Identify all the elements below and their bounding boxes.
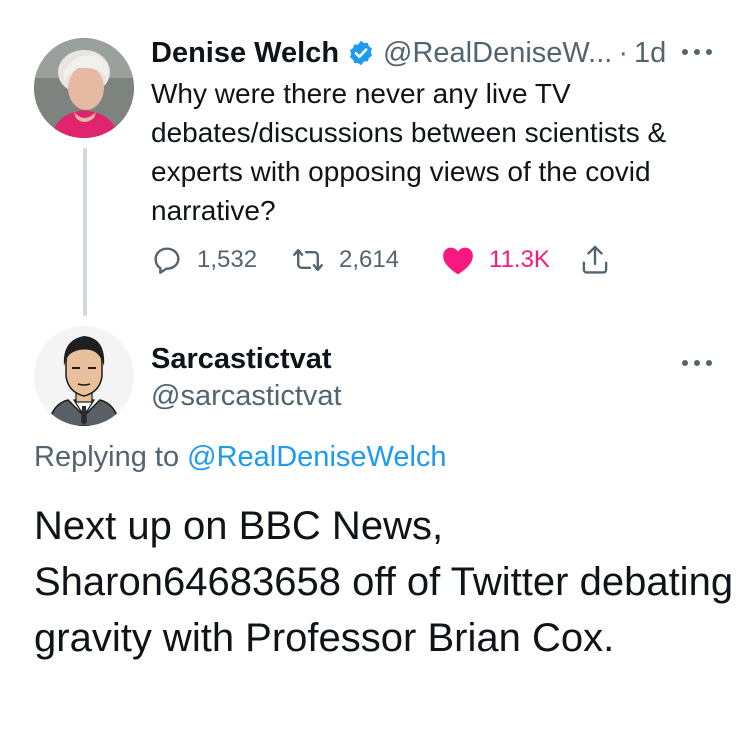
avatar-image (34, 326, 134, 426)
handle[interactable]: @RealDeniseW... (383, 37, 612, 70)
reply-button[interactable]: 1,532 (151, 240, 257, 280)
thread-line (83, 148, 87, 316)
timestamp[interactable]: 1d (634, 37, 666, 70)
separator: · (618, 36, 629, 69)
reply-icon (151, 244, 183, 276)
like-button[interactable]: 11.3K (441, 240, 550, 280)
retweet-button[interactable]: 2,614 (291, 240, 399, 280)
mention-link[interactable]: @RealDeniseWelch (187, 441, 446, 473)
display-name[interactable]: Denise Welch (151, 37, 339, 70)
more-icon[interactable] (680, 44, 714, 55)
reply-text: Next up on BBC News, Sharon64683658 off … (34, 504, 734, 660)
avatar[interactable] (34, 38, 134, 138)
reply-display-name[interactable]: Sarcastictvat (151, 343, 332, 376)
reply-count: 1,532 (197, 246, 258, 273)
more-icon[interactable] (680, 355, 714, 366)
tweet-text: Why were there never any live TV debates… (151, 78, 667, 226)
reply-avatar[interactable] (34, 326, 134, 426)
avatar-image (34, 38, 134, 138)
verified-badge-icon (347, 39, 375, 67)
tweet-header: Denise Welch @RealDeniseW... · 1d (151, 34, 666, 72)
share-icon (579, 243, 611, 277)
replying-prefix: Replying to (34, 441, 180, 473)
retweet-icon (291, 244, 325, 276)
reply-handle[interactable]: @sarcastictvat (151, 380, 342, 413)
share-button[interactable] (579, 240, 611, 280)
parent-tweet[interactable]: Denise Welch @RealDeniseW... · 1d Why we… (0, 0, 750, 320)
replying-to: Replying to @RealDeniseWelch (34, 441, 447, 474)
heart-icon (441, 244, 475, 276)
like-count: 11.3K (489, 246, 550, 273)
retweet-count: 2,614 (339, 246, 400, 273)
